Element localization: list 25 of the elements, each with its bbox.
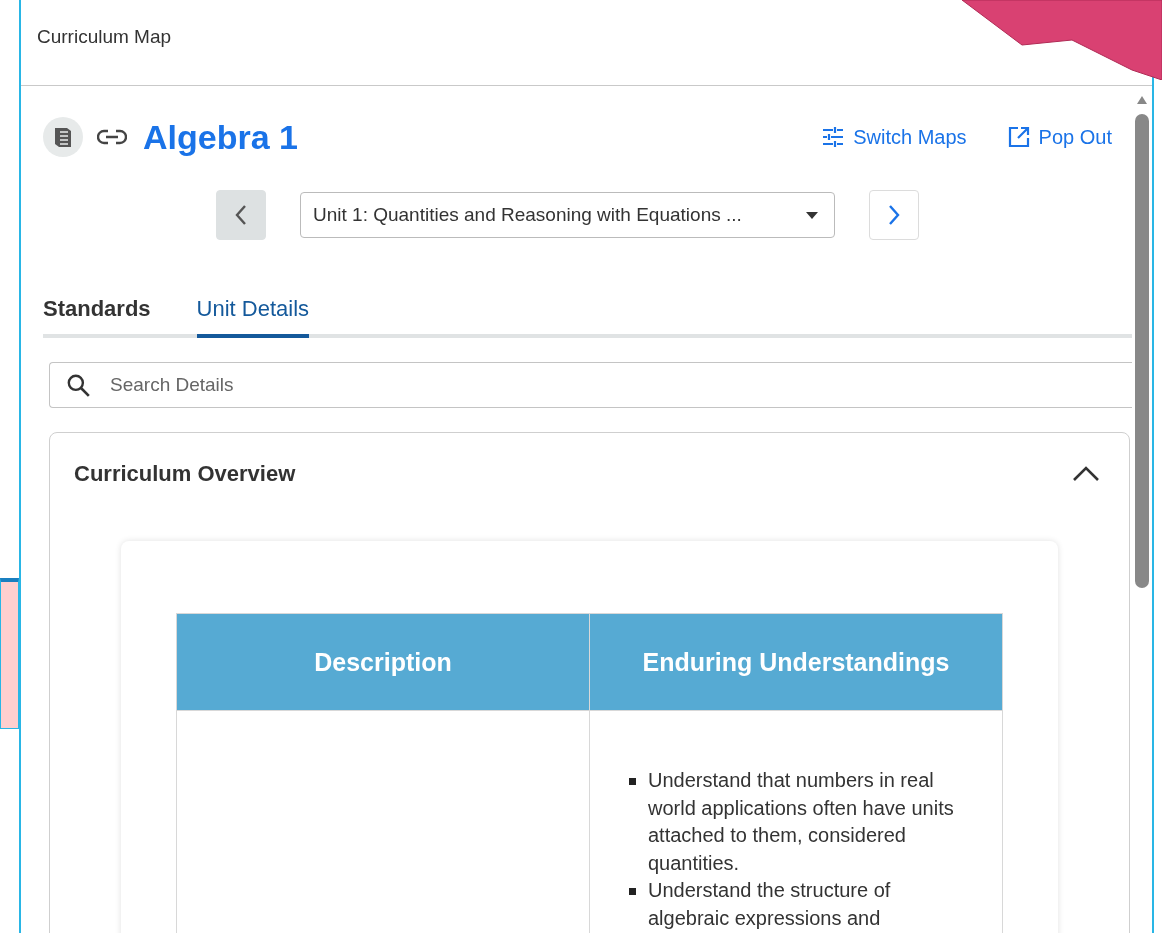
chevron-up-icon[interactable]: [1071, 465, 1101, 483]
tab[interactable]: Unit Details: [196, 296, 310, 338]
search-field[interactable]: Search Details: [49, 362, 1132, 408]
sliders-icon: [821, 125, 846, 149]
chevron-right-icon: [887, 203, 901, 227]
section-title: Curriculum Overview: [74, 461, 296, 487]
bullet-icon: [629, 778, 636, 785]
map-title: Algebra 1: [143, 117, 298, 157]
external-link-icon: [1006, 125, 1031, 149]
window-title: Curriculum Map: [37, 26, 172, 47]
book-icon: [43, 117, 83, 157]
switch-maps-link[interactable]: Switch Maps: [821, 125, 967, 149]
scroll-up-icon[interactable]: [1137, 96, 1147, 104]
link-icon[interactable]: [97, 129, 127, 145]
understanding-text: Understand the structure of algebraic expressions and: [648, 878, 892, 931]
unit-dropdown[interactable]: Unit 1: Quantities and Reasoning with Equations ...: [300, 192, 835, 238]
column-header: Description: [176, 613, 590, 711]
caret-icon: [806, 211, 818, 219]
column-header: Enduring Understandings: [589, 613, 1003, 711]
understanding-text: Understand that numbers in real world applications often have units attached to them, considered quantities.: [648, 768, 955, 876]
pop-out-link[interactable]: Pop Out: [1006, 125, 1112, 149]
chevron-left-icon: [234, 203, 248, 227]
bullet-icon: [629, 888, 636, 895]
next-button[interactable]: [869, 190, 919, 240]
tab[interactable]: Standards: [43, 296, 151, 338]
